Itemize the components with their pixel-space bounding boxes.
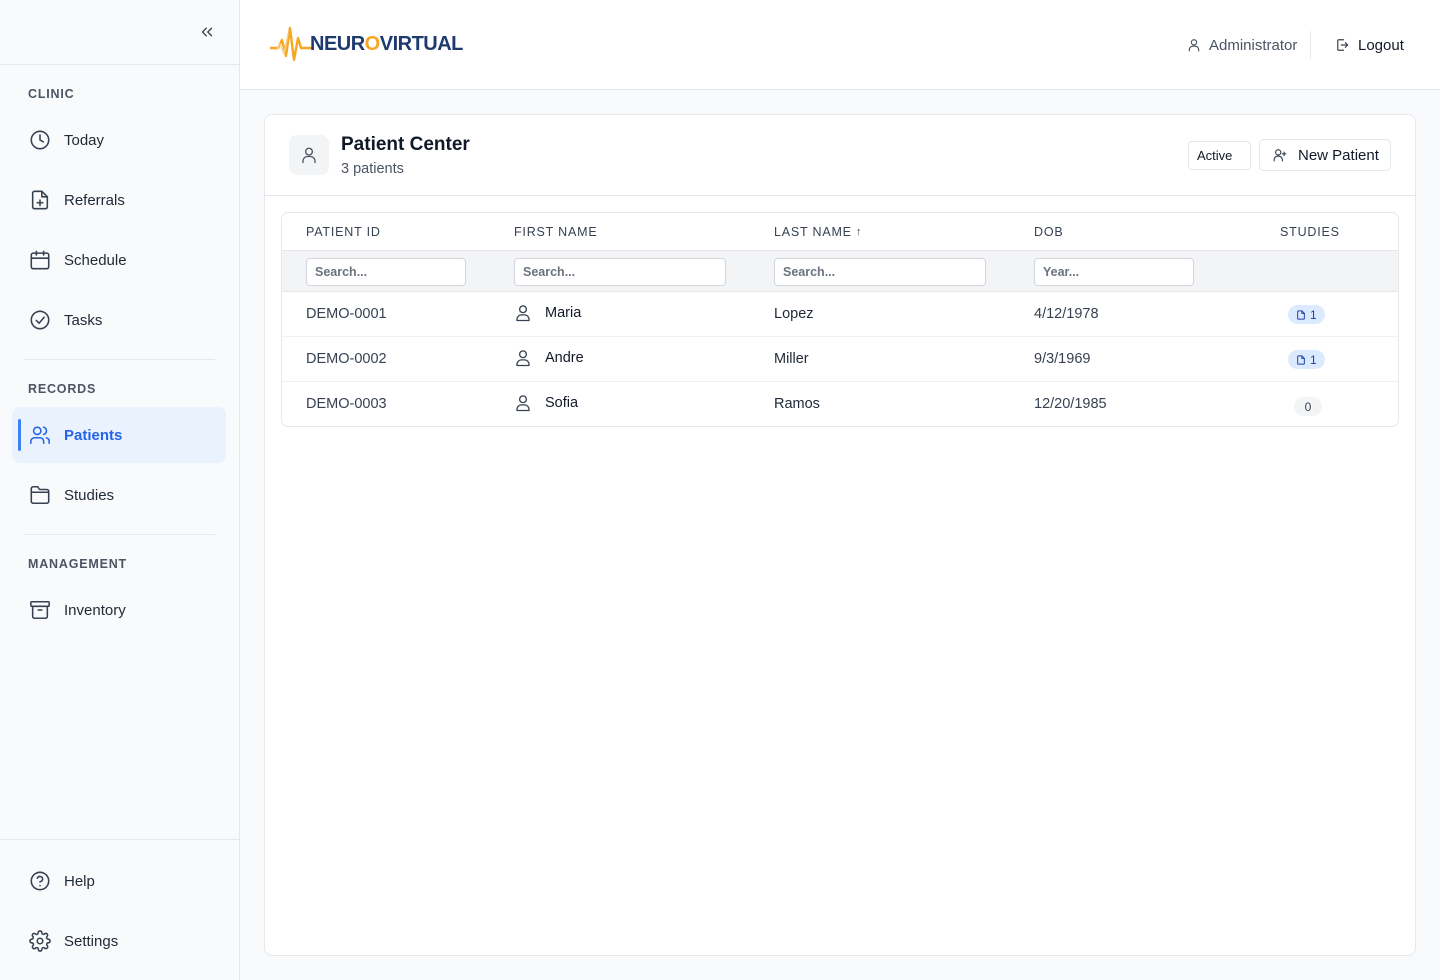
current-user[interactable]: Administrator	[1187, 35, 1297, 55]
help-circle-icon	[28, 869, 52, 893]
sidebar-item-label: Today	[64, 131, 105, 149]
table-row[interactable]: DEMO-0001 Maria Lopez 4/12/1978 1	[282, 292, 1398, 337]
gear-icon	[28, 929, 52, 953]
column-header-studies[interactable]: STUDIES	[1280, 225, 1340, 239]
studies-count-badge[interactable]: 1	[1288, 305, 1325, 324]
person-icon	[514, 393, 532, 413]
page-title: Patient Center	[341, 134, 470, 155]
user-plus-icon	[1273, 148, 1287, 162]
sidebar-item-tasks[interactable]: Tasks	[12, 292, 226, 348]
top-header: NEUROVIRTUAL Administrator Logout	[240, 0, 1440, 90]
sidebar-item-label: Settings	[64, 932, 119, 950]
first-name-filter-input[interactable]	[514, 258, 726, 286]
sidebar-item-inventory[interactable]: Inventory	[12, 582, 226, 638]
patient-id-filter-input[interactable]	[306, 258, 466, 286]
new-patient-button[interactable]: New Patient	[1259, 139, 1391, 171]
sort-ascending-icon: ↑	[855, 226, 863, 238]
sidebar-item-help[interactable]: Help	[12, 853, 226, 909]
user-icon	[302, 147, 316, 164]
chevrons-left-icon	[201, 27, 213, 37]
sidebar-divider	[24, 534, 215, 535]
patient-id-cell: DEMO-0002	[306, 351, 387, 367]
waveform-logo-icon	[270, 26, 314, 62]
sidebar-item-studies[interactable]: Studies	[12, 467, 226, 523]
card-header: Patient Center 3 patients Active New Pat…	[265, 115, 1415, 196]
sidebar-item-referrals[interactable]: Referrals	[12, 172, 226, 228]
sidebar-item-label: Schedule	[64, 251, 127, 269]
patient-center-card: Patient Center 3 patients Active New Pat…	[264, 114, 1416, 956]
sidebar-item-label: Referrals	[64, 191, 125, 209]
patient-center-avatar	[289, 135, 329, 175]
section-label-records: RECORDS	[28, 382, 97, 396]
table-row[interactable]: DEMO-0002 Andre Miller 9/3/1969 1	[282, 337, 1398, 382]
sidebar: CLINIC Today Referrals Schedule Tasks RE…	[0, 0, 240, 980]
studies-count-badge: 0	[1294, 397, 1322, 416]
column-header-first-name[interactable]: FIRST NAME	[514, 225, 597, 239]
patient-count: 3 patients	[341, 161, 404, 177]
column-header-last-name[interactable]: LAST NAME ↑	[774, 225, 862, 239]
logout-icon	[1336, 38, 1350, 52]
logout-button[interactable]: Logout	[1336, 35, 1404, 55]
sidebar-divider	[24, 359, 215, 360]
last-name-filter-input[interactable]	[774, 258, 986, 286]
patient-id-cell: DEMO-0003	[306, 396, 387, 412]
first-name-cell: Andre	[514, 348, 584, 368]
users-icon	[28, 423, 52, 447]
user-name: Administrator	[1209, 36, 1298, 54]
table-row[interactable]: DEMO-0003 Sofia Ramos 12/20/1985 0	[282, 382, 1398, 426]
sidebar-item-today[interactable]: Today	[12, 112, 226, 168]
new-patient-label: New Patient	[1298, 146, 1379, 164]
last-name-cell: Lopez	[774, 306, 814, 322]
file-icon	[1296, 309, 1306, 320]
sidebar-item-patients[interactable]: Patients	[12, 407, 226, 463]
file-icon	[1296, 354, 1306, 365]
table-filter-row	[282, 251, 1398, 292]
patient-id-cell: DEMO-0001	[306, 306, 387, 322]
sidebar-item-label: Inventory	[64, 601, 126, 619]
sidebar-bottom: Help Settings	[0, 839, 239, 980]
calendar-icon	[28, 248, 52, 272]
sidebar-item-settings[interactable]: Settings	[12, 913, 226, 969]
archive-icon	[28, 598, 52, 622]
status-filter-select[interactable]: Active	[1188, 141, 1251, 170]
status-filter-value: Active	[1197, 148, 1233, 163]
dob-cell: 9/3/1969	[1034, 351, 1091, 367]
person-icon	[514, 348, 532, 368]
studies-count-badge[interactable]: 1	[1288, 350, 1325, 369]
sidebar-top	[0, 0, 239, 65]
sidebar-item-label: Patients	[64, 426, 123, 444]
column-header-dob[interactable]: DOB	[1034, 225, 1064, 239]
clock-icon	[28, 128, 52, 152]
section-label-clinic: CLINIC	[28, 87, 75, 101]
sidebar-item-label: Tasks	[64, 311, 103, 329]
section-label-management: MANAGEMENT	[28, 557, 127, 571]
logout-label: Logout	[1358, 36, 1404, 54]
person-icon	[514, 303, 532, 323]
sidebar-item-label: Help	[64, 872, 95, 890]
table-header-row: PATIENT ID FIRST NAME LAST NAME ↑ DOB STU…	[282, 213, 1398, 251]
last-name-cell: Miller	[774, 351, 809, 367]
dob-year-filter-input[interactable]	[1034, 258, 1194, 286]
logo-text: NEUROVIRTUAL	[310, 32, 463, 55]
check-circle-icon	[28, 308, 52, 332]
patients-table: PATIENT ID FIRST NAME LAST NAME ↑ DOB STU…	[281, 212, 1399, 427]
user-icon	[1187, 38, 1201, 52]
column-header-patient-id[interactable]: PATIENT ID	[306, 225, 381, 239]
collapse-sidebar-button[interactable]	[196, 21, 218, 43]
folder-icon	[28, 483, 52, 507]
neurovirtual-logo[interactable]: NEUROVIRTUAL	[270, 24, 463, 64]
last-name-cell: Ramos	[774, 396, 820, 412]
dob-cell: 12/20/1985	[1034, 396, 1107, 412]
file-plus-icon	[28, 188, 52, 212]
first-name-cell: Sofia	[514, 393, 578, 413]
header-separator	[1310, 31, 1311, 59]
sidebar-item-schedule[interactable]: Schedule	[12, 232, 226, 288]
sidebar-item-label: Studies	[64, 486, 115, 504]
dob-cell: 4/12/1978	[1034, 306, 1099, 322]
first-name-cell: Maria	[514, 303, 581, 323]
